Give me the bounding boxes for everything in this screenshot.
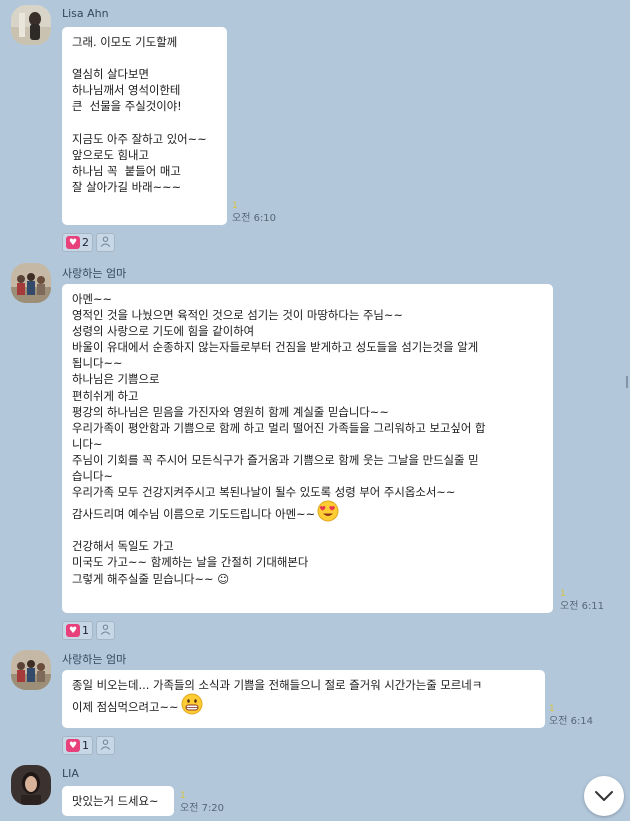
read-count: 1 (549, 704, 555, 714)
person-icon (100, 236, 111, 250)
message-line: 바울이 유대에서 순종하지 않는자들로부터 건짐을 받게하고 성도들을 섬기는것… (72, 340, 479, 355)
sender-name: LIA (62, 767, 79, 780)
reaction-bar: ♥ 1 (62, 736, 115, 755)
grimacing-emoji-icon (181, 693, 203, 722)
message-meta: 1 오전 7:20 (180, 791, 224, 814)
heart-icon: ♥ (66, 739, 80, 752)
person-icon (100, 624, 111, 638)
message-line: 하나님깨서 영석이한테 (72, 83, 181, 98)
message-line: 감사드리며 예수님 이름으로 기도드립니다 아멘~~ (72, 507, 316, 522)
message-time: 오전 6:11 (560, 601, 605, 612)
message-line (72, 522, 543, 538)
reaction-bar: ♥ 2 (62, 233, 115, 252)
heart-count: 2 (82, 236, 89, 249)
heart-eyes-emoji-icon (317, 500, 339, 529)
chevron-down-icon (594, 787, 614, 806)
message-meta: 1 오전 6:11 (560, 589, 604, 612)
add-reaction-button[interactable] (96, 736, 115, 755)
message-line: 우리가족 모두 건강지켜주시고 복된나날이 될수 있도록 성령 부어 주시옵소서… (72, 485, 456, 500)
sender-name: 사랑하는 엄마 (62, 653, 127, 666)
avatar[interactable] (11, 650, 51, 690)
message-line: 주님이 기회를 꼭 주시어 모든식구가 즐거움과 기쁨으로 함께 웃는 그날을 … (72, 452, 479, 467)
message-line: 이제 점심먹으려고~~ (72, 700, 179, 715)
avatar[interactable] (11, 765, 51, 805)
heart-reaction-button[interactable]: ♥ 2 (62, 233, 93, 252)
read-count: 1 (232, 201, 238, 211)
heart-reaction-button[interactable]: ♥ 1 (62, 736, 93, 755)
read-count: 1 (180, 791, 186, 801)
sender-name: 사랑하는 엄마 (62, 267, 127, 280)
message-line: 습니다~ (72, 469, 113, 484)
avatar[interactable] (11, 5, 51, 45)
message-line: 열심히 살다보면 (72, 67, 149, 82)
message-line: 지금도 아주 잘하고 있어~~ (72, 131, 207, 146)
message-line: 큰 선물을 주실것이야! (72, 99, 182, 114)
message-line: 평강의 하나님은 믿음을 가진자와 영원히 함께 계실줄 믿습니다~~ (72, 404, 389, 419)
message-time: 오전 6:10 (232, 213, 277, 224)
message-line: 니다~ (72, 436, 103, 451)
message-line: 잘 살아가길 바래~~~ (72, 179, 182, 194)
message-bubble[interactable]: 종일 비오는데... 가족들의 소식과 기쁨을 전해들으니 절로 즐거워 시간가… (62, 670, 545, 728)
message-time: 오전 7:20 (180, 803, 225, 814)
add-reaction-button[interactable] (96, 621, 115, 640)
message-line: 하나님 꼭 붙들어 매고 (72, 163, 181, 178)
message-line: 건강해서 독일도 가고 (72, 539, 174, 554)
message-bubble[interactable]: 맛있는거 드세요~ (62, 786, 174, 816)
avatar[interactable] (11, 263, 51, 303)
reaction-bar: ♥ 1 (62, 621, 115, 640)
sender-name: Lisa Ahn (62, 7, 109, 20)
message-line: 그래. 이모도 기도할께 (72, 35, 178, 49)
message-line: 미국도 가고~~ 함께하는 날을 간절히 기대해본다 (72, 555, 309, 570)
message-line: 편히쉬게 하고 (72, 388, 139, 403)
heart-icon: ♥ (66, 624, 80, 637)
message-time: 오전 6:14 (549, 716, 594, 727)
message-line: 성령의 사랑으로 기도에 힘을 같이하여 (72, 324, 255, 339)
scrollbar-thumb[interactable] (626, 376, 628, 388)
message-line: 하나님은 기쁨으로 (72, 372, 160, 387)
message-line: 됩니다~~ (72, 356, 123, 371)
heart-icon: ♥ (66, 236, 80, 249)
heart-count: 1 (82, 624, 89, 637)
message-meta: 1 오전 6:10 (232, 201, 276, 224)
message-line: 우리가족이 평안함과 기쁨으로 함께 하고 멀리 떨어진 가족들을 그리워하고 … (72, 420, 486, 435)
message-line (72, 114, 217, 130)
message-line: 종일 비오는데... 가족들의 소식과 기쁨을 전해들으니 절로 즐거워 시간가… (72, 678, 483, 692)
heart-count: 1 (82, 739, 89, 752)
message-bubble[interactable]: 그래. 이모도 기도할께 열심히 살다보면 하나님깨서 영석이한테 큰 선물을 … (62, 27, 227, 225)
message-line: 아멘~~ (72, 292, 113, 306)
message-line: 맛있는거 드세요~ (72, 794, 159, 808)
message-line-with-emoji: 감사드리며 예수님 이름으로 기도드립니다 아멘~~ (72, 500, 543, 522)
message-line: 앞으로도 힘내고 (72, 147, 149, 162)
message-meta: 1 오전 6:14 (549, 704, 593, 727)
person-icon (100, 739, 111, 753)
message-line: 영적인 것을 나눴으면 육적인 것으로 섬기는 것이 마땅하다는 주님~~ (72, 308, 403, 323)
message-line (72, 50, 217, 66)
read-count: 1 (560, 589, 566, 599)
message-line: 그렇게 해주실줄 믿습니다~~ ☺ (72, 571, 230, 586)
heart-reaction-button[interactable]: ♥ 1 (62, 621, 93, 640)
message-line-with-emoji: 이제 점심먹으려고~~ (72, 693, 535, 715)
message-bubble[interactable]: 아멘~~ 영적인 것을 나눴으면 육적인 것으로 섬기는 것이 마땅하다는 주님… (62, 284, 553, 613)
add-reaction-button[interactable] (96, 233, 115, 252)
scroll-to-bottom-button[interactable] (584, 776, 624, 816)
